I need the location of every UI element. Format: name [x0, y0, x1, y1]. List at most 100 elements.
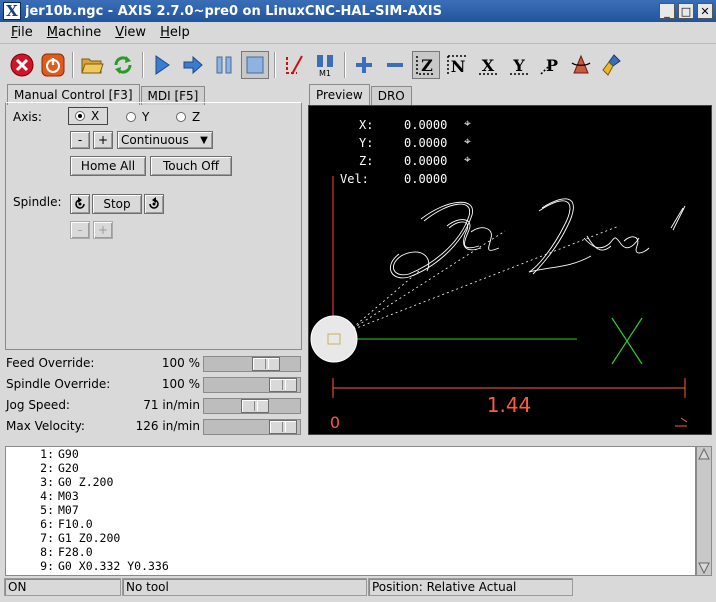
- view-y-button[interactable]: Y: [505, 51, 533, 79]
- menu-machine-mnemonic: M: [46, 25, 58, 40]
- chevron-down-icon: ▼: [200, 134, 208, 146]
- gcode-line[interactable]: 1: G90: [6, 447, 695, 461]
- stop-button[interactable]: [241, 51, 269, 79]
- gcode-listing[interactable]: 1: G90 2: G20 3: G0 Z.200 4: M03 5: M07 6: F10.0 7: G…: [5, 446, 696, 576]
- gcode-line[interactable]: 4: M03: [6, 489, 695, 503]
- maximize-button[interactable]: □: [678, 3, 694, 19]
- slider-thumb[interactable]: [252, 357, 280, 371]
- gcode-line-number: 8:: [40, 545, 54, 559]
- scroll-up-icon[interactable]: [697, 447, 711, 461]
- toolbar: M1 Z N X Y P: [0, 45, 716, 85]
- status-machine-state: ON: [4, 578, 121, 596]
- view-z-button[interactable]: Z: [412, 51, 440, 79]
- feed-override-value: 100 %: [161, 356, 200, 370]
- svg-text:M1: M1: [319, 69, 331, 77]
- gcode-line[interactable]: 7: G1 Z0.200: [6, 531, 695, 545]
- power-button[interactable]: [39, 51, 67, 79]
- gcode-scrollbar[interactable]: [696, 446, 712, 576]
- max-velocity-label: Max Velocity:: [6, 419, 85, 433]
- block-delete-button[interactable]: [280, 51, 308, 79]
- menu-view-label: iew: [123, 25, 147, 40]
- gcode-line-number: 6:: [40, 517, 54, 531]
- reload-button[interactable]: [109, 51, 137, 79]
- menu-machine[interactable]: Machine: [40, 25, 108, 40]
- clear-plot-icon: [602, 54, 621, 76]
- view-x-button[interactable]: X: [474, 51, 502, 79]
- jog-plus-button[interactable]: +: [93, 131, 113, 149]
- dro-x-label: X:: [359, 118, 374, 132]
- view-z-icon: Z: [416, 56, 435, 75]
- zoom-out-icon: [387, 63, 403, 67]
- axis-x-radio[interactable]: X: [68, 107, 109, 125]
- open-button[interactable]: [78, 51, 106, 79]
- run-icon: [155, 55, 170, 75]
- axis-z-radio[interactable]: Z: [176, 110, 200, 124]
- spindle-faster-button[interactable]: +: [93, 221, 113, 239]
- pause-button[interactable]: [210, 51, 238, 79]
- homed-z-icon: ⌖: [464, 152, 471, 166]
- touch-off-button[interactable]: Touch Off: [150, 156, 232, 176]
- slider-thumb[interactable]: [241, 399, 269, 413]
- zoom-out-button[interactable]: [381, 51, 409, 79]
- view-z2-button[interactable]: N: [443, 51, 471, 79]
- gcode-line[interactable]: 3: G0 Z.200: [6, 475, 695, 489]
- tab-preview[interactable]: Preview: [309, 84, 370, 105]
- gcode-line-number: 9:: [40, 559, 54, 573]
- menu-help[interactable]: Help: [153, 25, 197, 40]
- slider-thumb[interactable]: [269, 420, 297, 434]
- app-icon[interactable]: X: [3, 2, 21, 20]
- spindle-label: Spindle:: [13, 195, 62, 209]
- axis-y-radio[interactable]: Y: [126, 110, 149, 124]
- spindle-slower-button[interactable]: -: [70, 221, 90, 239]
- feed-override-row: Feed Override: 100 %: [6, 354, 302, 374]
- tab-dro[interactable]: DRO: [370, 86, 412, 105]
- jog-speed-slider[interactable]: [203, 398, 301, 414]
- spindle-override-slider[interactable]: [203, 377, 301, 393]
- spindle-cw-icon: [149, 197, 159, 209]
- window-title: jer10b.ngc - AXIS 2.7.0~pre0 on LinuxCNC…: [25, 3, 442, 19]
- view-z2-icon: N: [447, 55, 466, 76]
- gcode-line[interactable]: 5: M07: [6, 503, 695, 517]
- zoom-in-button[interactable]: [350, 51, 378, 79]
- feed-override-slider[interactable]: [203, 356, 301, 372]
- preview-canvas[interactable]: 1.44 0 X: 0.0000 ⌖ Y: 0.0000 ⌖ Z: 0.0000…: [308, 105, 712, 435]
- gcode-line[interactable]: 2: G20: [6, 461, 695, 475]
- jog-speed-label: Jog Speed:: [6, 398, 70, 412]
- spindle-forward-button[interactable]: [144, 194, 164, 214]
- close-button[interactable]: ✕: [697, 3, 713, 19]
- menu-file[interactable]: File: [4, 25, 40, 40]
- home-all-button[interactable]: Home All: [70, 156, 146, 176]
- step-button[interactable]: [179, 51, 207, 79]
- status-tool: No tool: [122, 578, 367, 596]
- menu-view[interactable]: View: [108, 25, 153, 40]
- gcode-line[interactable]: 6: F10.0: [6, 517, 695, 531]
- optional-stop-button[interactable]: M1: [311, 51, 339, 79]
- gcode-line-code: G1 Z0.200: [58, 531, 121, 545]
- scroll-down-icon[interactable]: [697, 561, 711, 575]
- run-button[interactable]: [148, 51, 176, 79]
- radio-dot-icon: [126, 112, 136, 122]
- gcode-line[interactable]: 8: F28.0: [6, 545, 695, 559]
- dro-y-value: 0.0000: [404, 136, 448, 150]
- estop-button[interactable]: [8, 51, 36, 79]
- axis-y-label: Y: [142, 110, 150, 124]
- block-delete-icon: [286, 55, 303, 75]
- jog-minus-button[interactable]: -: [70, 131, 90, 149]
- slider-thumb[interactable]: [269, 378, 297, 392]
- view-p-button[interactable]: P: [536, 51, 564, 79]
- axis-z-label: Z: [192, 110, 201, 124]
- max-velocity-slider[interactable]: [203, 419, 301, 435]
- gcode-line[interactable]: 9: G0 X0.332 Y0.336: [6, 559, 695, 573]
- svg-text:Y: Y: [512, 56, 525, 75]
- spindle-stop-button[interactable]: Stop: [92, 194, 142, 214]
- rotate-button[interactable]: [567, 51, 595, 79]
- toolbar-separator: [274, 52, 276, 78]
- gcode-line-number: 7:: [40, 531, 54, 545]
- spindle-reverse-button[interactable]: [70, 194, 90, 214]
- jog-mode-select[interactable]: Continuous ▼: [117, 131, 213, 149]
- minimize-button[interactable]: _: [659, 3, 675, 19]
- jog-speed-value: 71 in/min: [143, 398, 200, 412]
- clear-plot-button[interactable]: [598, 51, 626, 79]
- gcode-line-number: 2:: [40, 461, 54, 475]
- optional-stop-icon: M1: [317, 55, 333, 77]
